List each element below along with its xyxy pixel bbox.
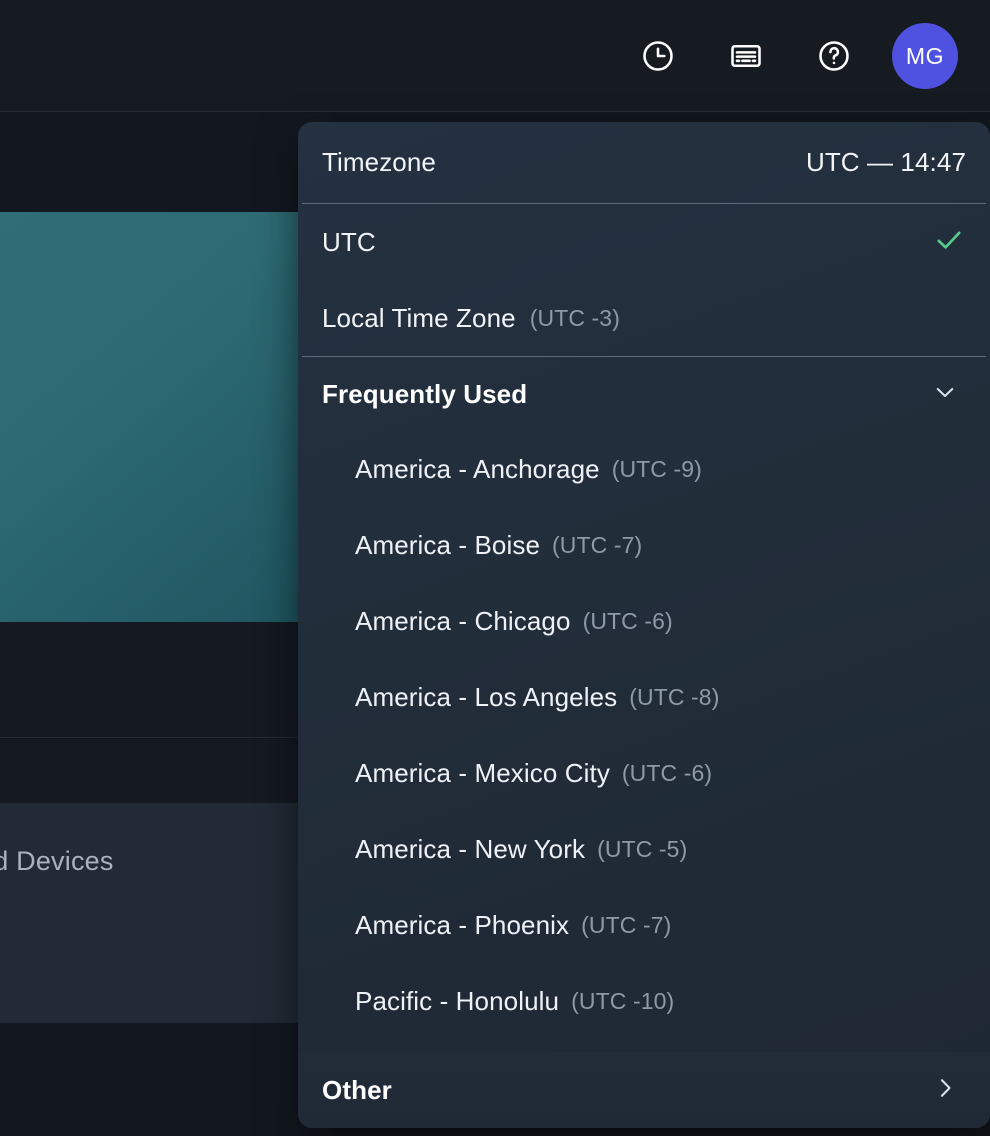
timezone-item-label: America - Chicago bbox=[355, 605, 571, 636]
timezone-option-utc[interactable]: UTC bbox=[298, 204, 990, 280]
help-icon bbox=[816, 38, 852, 74]
timezone-item-offset: (UTC -7) bbox=[581, 911, 672, 938]
topbar-actions: MG bbox=[614, 0, 966, 112]
timezone-current-value: UTC — 14:47 bbox=[805, 147, 966, 177]
timezone-panel-title: Timezone bbox=[322, 147, 436, 177]
timezone-item-label: Pacific - Honolulu bbox=[355, 985, 560, 1016]
changelog-icon bbox=[728, 38, 764, 74]
clock-icon bbox=[640, 38, 676, 74]
timezone-option-label: UTC bbox=[322, 226, 376, 257]
background-card-mid-lower bbox=[0, 739, 330, 803]
top-navigation-bar: MG bbox=[0, 0, 990, 112]
timezone-list-item[interactable]: America - Los Angeles (UTC -8) bbox=[298, 659, 990, 735]
timezone-list-item[interactable]: Pacific - Honolulu (UTC -10) bbox=[298, 963, 990, 1039]
avatar[interactable]: MG bbox=[892, 23, 958, 89]
timezone-option-offset: (UTC -3) bbox=[529, 304, 620, 331]
timezone-group-title: Frequently Used bbox=[322, 378, 528, 409]
chevron-down-icon[interactable] bbox=[930, 377, 960, 412]
background-card-top bbox=[0, 113, 330, 212]
timezone-item-offset: (UTC -6) bbox=[582, 607, 673, 634]
timezone-item-offset: (UTC -6) bbox=[621, 759, 713, 786]
background-card-mid bbox=[0, 622, 330, 738]
timezone-dropdown-panel: Timezone UTC — 14:47 UTC Local Time Zone… bbox=[298, 122, 990, 1128]
timezone-item-label: America - Anchorage bbox=[355, 453, 600, 484]
timezone-list-item[interactable]: America - Mexico City (UTC -6) bbox=[298, 735, 990, 811]
timezone-other-row[interactable]: Other bbox=[298, 1052, 990, 1128]
avatar-initials: MG bbox=[905, 42, 945, 69]
background-hero-tile bbox=[0, 212, 310, 622]
timezone-item-label: America - Phoenix bbox=[355, 909, 570, 940]
timezone-list-item[interactable]: America - Chicago (UTC -6) bbox=[298, 583, 990, 659]
timezone-panel-header: Timezone UTC — 14:47 bbox=[298, 122, 990, 203]
timezone-item-label: America - Mexico City bbox=[355, 757, 610, 788]
timezone-item-offset: (UTC -9) bbox=[611, 455, 702, 482]
timezone-item-label: America - New York bbox=[355, 833, 586, 864]
timezone-other-label: Other bbox=[322, 1074, 392, 1105]
help-icon-button[interactable] bbox=[790, 0, 878, 112]
check-icon bbox=[932, 223, 966, 262]
timezone-item-label: America - Boise bbox=[355, 529, 540, 560]
background-devices-label: ed Devices bbox=[0, 846, 114, 876]
timezone-group-header-frequently-used[interactable]: Frequently Used bbox=[298, 357, 990, 431]
background-devices-panel bbox=[0, 803, 310, 1023]
background-card-bottom bbox=[0, 1023, 330, 1136]
timezone-list-item[interactable]: America - Anchorage (UTC -9) bbox=[298, 431, 990, 507]
screen-root: ed Devices bbox=[0, 0, 990, 1136]
changelog-icon-button[interactable] bbox=[702, 0, 790, 112]
timezone-item-offset: (UTC -10) bbox=[571, 987, 675, 1014]
clock-icon-button[interactable] bbox=[614, 0, 702, 112]
timezone-item-label: America - Los Angeles bbox=[355, 681, 618, 712]
timezone-item-offset: (UTC -7) bbox=[552, 531, 643, 558]
timezone-option-local[interactable]: Local Time Zone (UTC -3) bbox=[298, 280, 990, 356]
timezone-list-item[interactable]: America - Phoenix (UTC -7) bbox=[298, 887, 990, 963]
chevron-right-icon[interactable] bbox=[930, 1073, 960, 1108]
timezone-list-item[interactable]: America - New York (UTC -5) bbox=[298, 811, 990, 887]
timezone-option-label: Local Time Zone bbox=[322, 302, 516, 333]
timezone-list-item[interactable]: America - Boise (UTC -7) bbox=[298, 507, 990, 583]
timezone-item-offset: (UTC -8) bbox=[629, 683, 720, 710]
timezone-item-offset: (UTC -5) bbox=[597, 835, 688, 862]
